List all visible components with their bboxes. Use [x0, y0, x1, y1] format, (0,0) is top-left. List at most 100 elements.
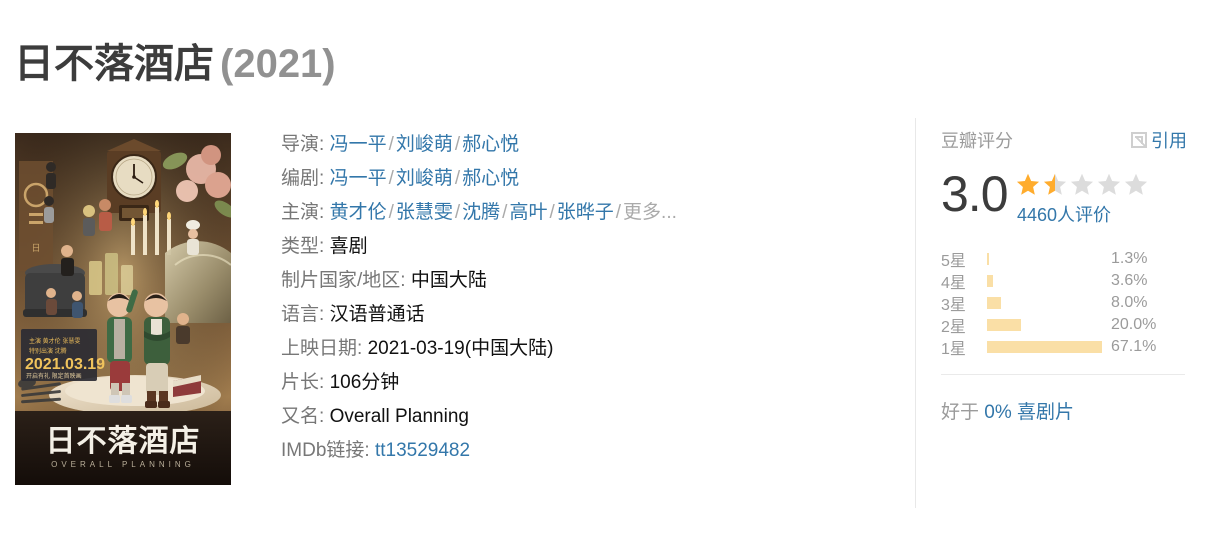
info-row-label: 上映日期:: [281, 338, 368, 359]
info-row-value: 2021-03-19(中国大陆): [367, 338, 554, 359]
info-row-label: IMDb链接:: [281, 440, 375, 461]
info-person-link[interactable]: 高叶: [509, 202, 547, 223]
better-than-prefix: 好于: [941, 402, 980, 423]
rating-panel-header: 豆瓣评分 引用: [941, 128, 1187, 152]
movie-detail-content: 日 主演 黄才伦 张慧雯 特别出演 沈腾 2021.03.19 开启有礼 限定首…: [0, 118, 1207, 528]
poster-tagline: 开启有礼 限定首映画: [26, 372, 82, 380]
poster-title-text: 日不落酒店: [46, 425, 201, 458]
info-row: 类型: 喜剧: [281, 230, 891, 264]
info-row-value: 汉语普通话: [329, 304, 425, 325]
star-icon[interactable]: [1069, 172, 1095, 198]
info-separator: /: [454, 202, 461, 223]
histogram-bar-cell: [987, 319, 1105, 331]
rating-score: 3.0: [941, 166, 1009, 222]
info-row-label: 类型:: [281, 236, 330, 257]
histogram-bar: [987, 253, 990, 265]
info-row-label: 又名:: [281, 406, 330, 427]
quote-label: 引用: [1151, 131, 1187, 151]
panel-divider: [915, 118, 916, 508]
histogram-percent: 8.0%: [1111, 294, 1148, 311]
histogram-row: 1星 67.1%: [941, 336, 1187, 358]
info-row-value: Overall Planning: [329, 406, 469, 427]
info-row: 语言: 汉语普通话: [281, 298, 891, 332]
info-person-link[interactable]: 刘峻萌: [396, 168, 453, 189]
info-row-label: 制片国家/地区:: [281, 270, 411, 291]
info-row: 编剧: 冯一平 / 刘峻萌 / 郝心悦: [281, 162, 891, 196]
info-row-label: 主演:: [281, 202, 330, 223]
histogram-star-label[interactable]: 1星: [941, 335, 987, 359]
info-person-link[interactable]: 张晔子: [557, 202, 614, 223]
movie-poster[interactable]: 日 主演 黄才伦 张慧雯 特别出演 沈腾 2021.03.19 开启有礼 限定首…: [15, 133, 231, 485]
info-row: 导演: 冯一平 / 刘峻萌 / 郝心悦: [281, 128, 891, 162]
rating-footer-divider: [941, 374, 1185, 375]
rating-summary: 3.0 4460人评价: [941, 168, 1187, 230]
rating-histogram: 5星 1.3% 4星 3.6% 3星 8.0% 2星 20.0% 1星 67.1%: [941, 248, 1187, 358]
star-icon[interactable]: [1096, 172, 1122, 198]
info-row: 又名: Overall Planning: [281, 400, 891, 434]
movie-info-list: 导演: 冯一平 / 刘峻萌 / 郝心悦 编剧: 冯一平 / 刘峻萌 / 郝心悦 主演: 黄才伦 / 张慧…: [281, 128, 891, 468]
page-title: 日不落酒店 (2021): [14, 40, 336, 88]
histogram-star-label[interactable]: 3星: [941, 291, 987, 315]
info-more-link[interactable]: 更多...: [623, 202, 677, 223]
histogram-bar-cell: [987, 297, 1105, 309]
histogram-star-label[interactable]: 2星: [941, 313, 987, 337]
info-row-value: 106分钟: [329, 372, 400, 393]
histogram-row: 4星 3.6%: [941, 270, 1187, 292]
external-link-icon: [1131, 132, 1147, 148]
rating-panel: 豆瓣评分 引用 3.0 4460人评价 5星 1.3% 4星 3.6% 3星 8.0% 2星…: [941, 128, 1187, 424]
histogram-row: 3星 8.0%: [941, 292, 1187, 314]
histogram-star-label[interactable]: 4星: [941, 269, 987, 293]
histogram-bar: [987, 319, 1022, 331]
rating-votes-link[interactable]: 4460人评价: [1015, 201, 1149, 227]
star-icon[interactable]: [1042, 172, 1068, 198]
rating-panel-label: 豆瓣评分: [941, 131, 1013, 151]
quote-button[interactable]: 引用: [1131, 127, 1187, 153]
histogram-row: 5星 1.3%: [941, 248, 1187, 270]
info-person-link[interactable]: 张慧雯: [396, 202, 453, 223]
histogram-percent: 1.3%: [1111, 250, 1148, 267]
info-person-link[interactable]: 黄才伦: [330, 202, 387, 223]
histogram-bar: [987, 341, 1102, 353]
info-separator: /: [615, 202, 622, 223]
histogram-percent: 67.1%: [1111, 338, 1157, 355]
info-person-link[interactable]: 冯一平: [330, 134, 387, 155]
info-separator: /: [454, 134, 461, 155]
info-row-label: 片长:: [281, 372, 330, 393]
histogram-bar: [987, 297, 1001, 309]
poster-credit-1: 主演 黄才伦 张慧雯: [29, 337, 80, 345]
movie-title-year: (2021): [220, 42, 336, 86]
info-person-link[interactable]: 冯一平: [330, 168, 387, 189]
info-separator: /: [388, 134, 394, 155]
info-row: 片长: 106分钟: [281, 366, 891, 400]
poster-artwork: 日 主演 黄才伦 张慧雯 特别出演 沈腾 2021.03.19 开启有礼 限定首…: [15, 133, 231, 485]
histogram-bar-cell: [987, 275, 1105, 287]
info-separator: /: [549, 202, 555, 223]
poster-subtitle-text: OVERALL PLANNING: [51, 460, 195, 469]
info-row-label: 编剧:: [281, 168, 330, 189]
histogram-row: 2星 20.0%: [941, 314, 1187, 336]
movie-title-cn: 日不落酒店: [14, 42, 214, 86]
better-than-category[interactable]: 喜剧片: [1017, 402, 1074, 423]
imdb-link[interactable]: tt13529482: [375, 440, 470, 461]
histogram-percent: 3.6%: [1111, 272, 1148, 289]
info-person-link[interactable]: 郝心悦: [462, 168, 519, 189]
svg-text:日: 日: [31, 243, 40, 253]
info-person-link[interactable]: 沈腾: [462, 202, 500, 223]
histogram-bar-cell: [987, 341, 1105, 353]
star-icon[interactable]: [1123, 172, 1149, 198]
better-than-percent[interactable]: 0%: [984, 402, 1011, 423]
info-row: 上映日期: 2021-03-19(中国大陆): [281, 332, 891, 366]
info-row-value: 喜剧: [329, 236, 368, 257]
rating-stars[interactable]: [1015, 172, 1149, 198]
info-person-link[interactable]: 郝心悦: [462, 134, 519, 155]
poster-release-date: 2021.03.19: [25, 356, 105, 373]
info-person-link[interactable]: 刘峻萌: [396, 134, 453, 155]
histogram-star-label[interactable]: 5星: [941, 247, 987, 271]
histogram-bar-cell: [987, 253, 1105, 265]
info-row-label: 语言:: [281, 304, 330, 325]
poster-credit-2: 特别出演 沈腾: [29, 347, 67, 355]
info-separator: /: [388, 168, 394, 189]
star-icon[interactable]: [1015, 172, 1041, 198]
info-separator: /: [388, 202, 394, 223]
info-separator: /: [454, 168, 461, 189]
